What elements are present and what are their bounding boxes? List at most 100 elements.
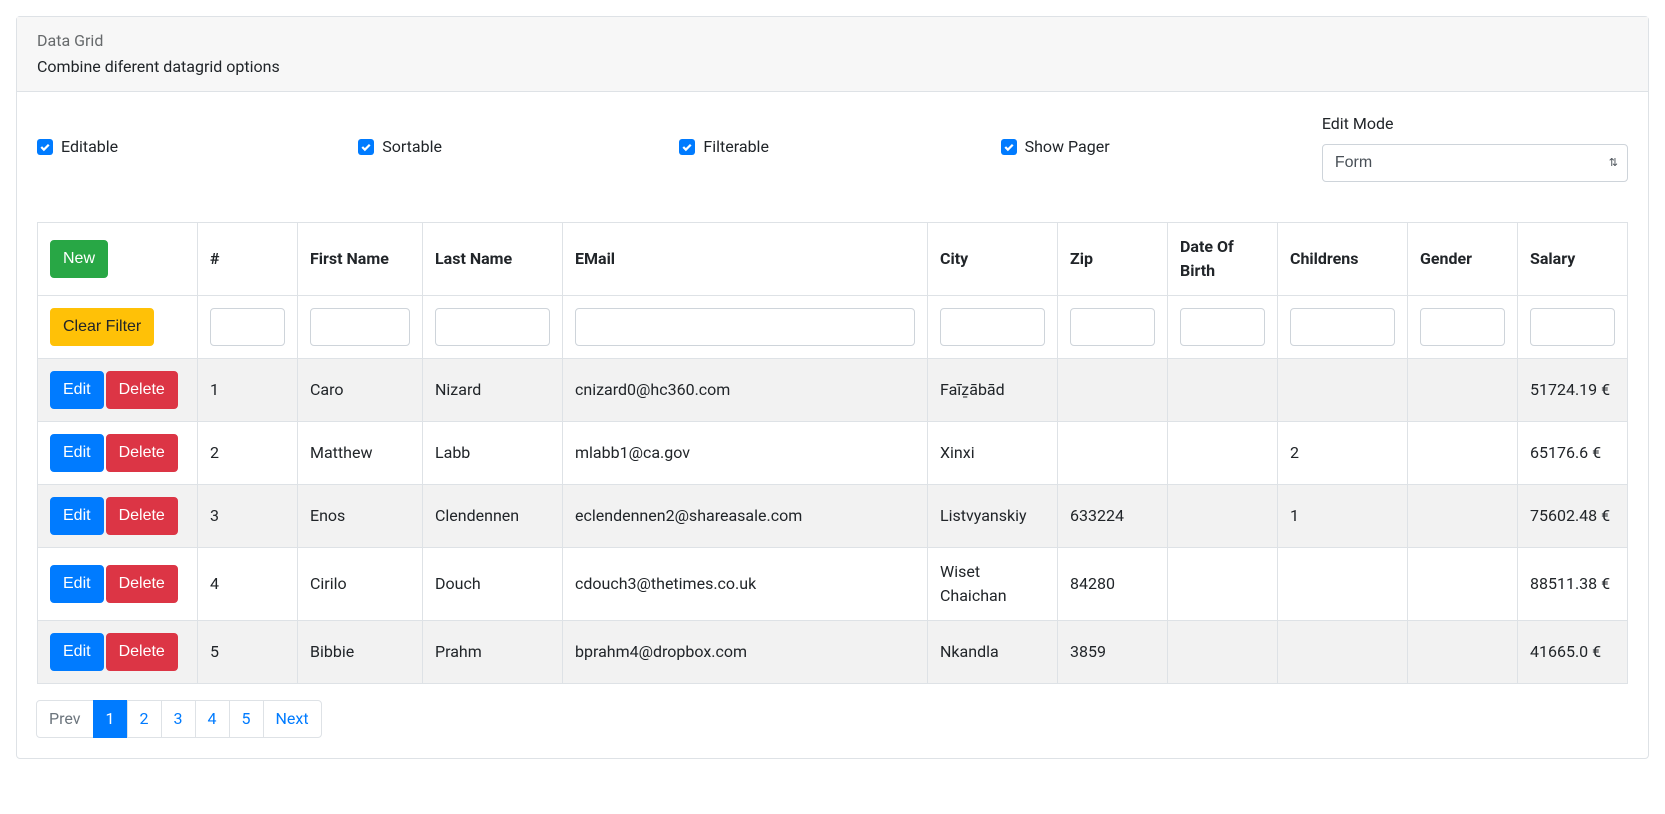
cell-email: eclendennen2@shareasale.com [563, 485, 928, 548]
filter-last-name-input[interactable] [435, 308, 550, 346]
header-last-name[interactable]: Last Name [423, 223, 563, 296]
cell-num: 5 [198, 621, 298, 684]
header-zip[interactable]: Zip [1058, 223, 1168, 296]
delete-button[interactable]: Delete [106, 497, 178, 535]
cell-last-name: Clendennen [423, 485, 563, 548]
header-salary[interactable]: Salary [1518, 223, 1628, 296]
cell-first-name: Cirilo [298, 548, 423, 621]
cell-zip: 633224 [1058, 485, 1168, 548]
card-header: Data Grid Combine diferent datagrid opti… [17, 17, 1648, 92]
pagination-page-5[interactable]: 5 [229, 700, 264, 738]
cell-last-name: Labb [423, 422, 563, 485]
cell-city: Faīẕābād [928, 359, 1058, 422]
filter-city-input[interactable] [940, 308, 1045, 346]
sortable-checkbox[interactable] [358, 139, 374, 155]
table-row: EditDelete2MatthewLabbmlabb1@ca.govXinxi… [38, 422, 1628, 485]
filter-childrens-input[interactable] [1290, 308, 1395, 346]
cell-zip: 3859 [1058, 621, 1168, 684]
cell-city: Xinxi [928, 422, 1058, 485]
editable-checkbox[interactable] [37, 139, 53, 155]
delete-button[interactable]: Delete [106, 371, 178, 409]
filter-num-input[interactable] [210, 308, 285, 346]
pagination-next[interactable]: Next [263, 700, 322, 738]
header-email[interactable]: EMail [563, 223, 928, 296]
show-pager-label: Show Pager [1025, 135, 1110, 159]
cell-zip: 84280 [1058, 548, 1168, 621]
new-button[interactable]: New [50, 240, 108, 278]
pagination-page-3[interactable]: 3 [161, 700, 196, 738]
filter-dob-input[interactable] [1180, 308, 1265, 346]
cell-salary: 75602.48 € [1518, 485, 1628, 548]
header-num[interactable]: # [198, 223, 298, 296]
filter-zip-input[interactable] [1070, 308, 1155, 346]
cell-childrens [1278, 359, 1408, 422]
cell-last-name: Prahm [423, 621, 563, 684]
cell-dob [1168, 548, 1278, 621]
pagination-page-2[interactable]: 2 [127, 700, 162, 738]
filterable-checkbox[interactable] [679, 139, 695, 155]
cell-dob [1168, 359, 1278, 422]
show-pager-checkbox[interactable] [1001, 139, 1017, 155]
header-row: New # First Name Last Name EMail City Zi… [38, 223, 1628, 296]
filterable-label: Filterable [703, 135, 769, 159]
filter-gender-input[interactable] [1420, 308, 1505, 346]
cell-last-name: Nizard [423, 359, 563, 422]
edit-button[interactable]: Edit [50, 633, 104, 671]
clear-filter-button[interactable]: Clear Filter [50, 308, 154, 346]
cell-email: cdouch3@thetimes.co.uk [563, 548, 928, 621]
filter-first-name-input[interactable] [310, 308, 410, 346]
cell-email: cnizard0@hc360.com [563, 359, 928, 422]
table-row: EditDelete5BibbiePrahmbprahm4@dropbox.co… [38, 621, 1628, 684]
cell-city: Wiset Chaichan [928, 548, 1058, 621]
cell-city: Nkandla [928, 621, 1058, 684]
card-body: Editable Sortable Filterable [17, 92, 1648, 758]
cell-childrens [1278, 548, 1408, 621]
cell-email: bprahm4@dropbox.com [563, 621, 928, 684]
cell-dob [1168, 621, 1278, 684]
cell-num: 1 [198, 359, 298, 422]
options-row: Editable Sortable Filterable [37, 112, 1628, 182]
edit-button[interactable]: Edit [50, 565, 104, 603]
header-dob[interactable]: Date Of Birth [1168, 223, 1278, 296]
table-row: EditDelete3EnosClendenneneclendennen2@sh… [38, 485, 1628, 548]
cell-childrens: 1 [1278, 485, 1408, 548]
pagination-page-4[interactable]: 4 [195, 700, 230, 738]
table-row: EditDelete1CaroNizardcnizard0@hc360.comF… [38, 359, 1628, 422]
filter-salary-input[interactable] [1530, 308, 1615, 346]
cell-gender [1408, 621, 1518, 684]
delete-button[interactable]: Delete [106, 434, 178, 472]
data-grid-card: Data Grid Combine diferent datagrid opti… [16, 16, 1649, 759]
cell-num: 3 [198, 485, 298, 548]
data-grid-table-wrapper: New # First Name Last Name EMail City Zi… [37, 222, 1628, 684]
pagination-prev: Prev [36, 700, 94, 738]
pagination-page-1[interactable]: 1 [93, 700, 128, 738]
cell-gender [1408, 359, 1518, 422]
cell-dob [1168, 422, 1278, 485]
cell-gender [1408, 485, 1518, 548]
header-childrens[interactable]: Childrens [1278, 223, 1408, 296]
cell-last-name: Douch [423, 548, 563, 621]
cell-gender [1408, 422, 1518, 485]
edit-button[interactable]: Edit [50, 497, 104, 535]
cell-salary: 41665.0 € [1518, 621, 1628, 684]
delete-button[interactable]: Delete [106, 565, 178, 603]
table-row: EditDelete 4CiriloDouchcdouch3@thetimes.c… [38, 548, 1628, 621]
sortable-label: Sortable [382, 135, 442, 159]
edit-button[interactable]: Edit [50, 371, 104, 409]
cell-gender [1408, 548, 1518, 621]
header-first-name[interactable]: First Name [298, 223, 423, 296]
header-gender[interactable]: Gender [1408, 223, 1518, 296]
filter-row: Clear Filter [38, 296, 1628, 359]
filter-email-input[interactable] [575, 308, 915, 346]
card-title: Data Grid [37, 29, 1628, 53]
cell-salary: 88511.38 € [1518, 548, 1628, 621]
edit-mode-select[interactable]: Form [1322, 144, 1628, 182]
cell-salary: 51724.19 € [1518, 359, 1628, 422]
header-city[interactable]: City [928, 223, 1058, 296]
edit-button[interactable]: Edit [50, 434, 104, 472]
cell-salary: 65176.6 € [1518, 422, 1628, 485]
cell-num: 4 [198, 548, 298, 621]
delete-button[interactable]: Delete [106, 633, 178, 671]
pagination: Prev12345Next [37, 700, 1628, 738]
cell-zip [1058, 359, 1168, 422]
